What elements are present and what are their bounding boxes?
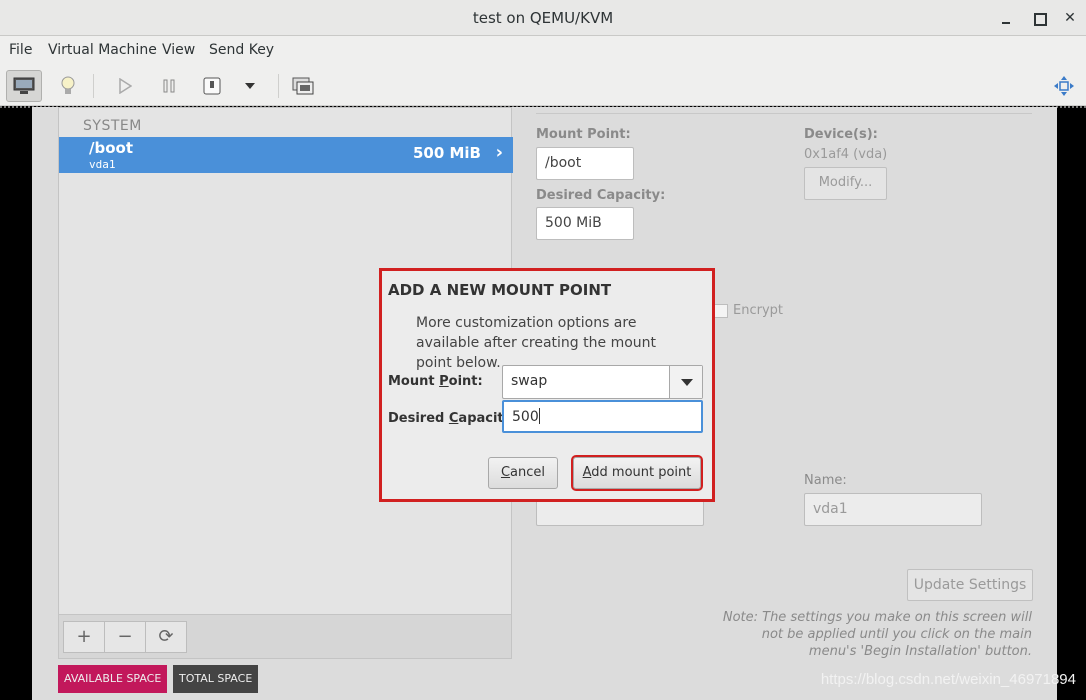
cancel-button[interactable]: Cancel (488, 457, 558, 489)
menu-virtual-machine[interactable]: Virtual Machine (48, 42, 157, 58)
encrypt-checkbox[interactable] (714, 304, 728, 318)
shutdown-button[interactable] (194, 70, 230, 102)
devices-label: Device(s): (804, 127, 878, 142)
update-settings-button[interactable]: Update Settings (907, 569, 1033, 601)
monitor-icon (13, 77, 35, 94)
power-icon (203, 77, 221, 95)
section-system-label: SYSTEM (83, 118, 142, 134)
add-mount-point-confirm-button[interactable]: Add mount point (571, 455, 703, 491)
chevron-right-icon: › (495, 142, 503, 163)
close-icon[interactable]: ✕ (1060, 8, 1080, 28)
console-view-button[interactable] (6, 70, 42, 102)
list-actions-bar: + − ⟳ (59, 614, 511, 658)
mount-point-device: vda1 (89, 158, 116, 171)
fullscreen-icon (1054, 76, 1074, 96)
add-mount-point-dialog: ADD A NEW MOUNT POINT More customization… (379, 268, 715, 502)
remove-mount-point-button[interactable]: − (104, 621, 146, 653)
desired-capacity-field[interactable]: 500 MiB (536, 207, 634, 240)
fullscreen-button[interactable] (1046, 70, 1082, 102)
dialog-title: ADD A NEW MOUNT POINT (388, 281, 612, 299)
desired-capacity-input[interactable]: 500 (502, 400, 703, 433)
refresh-icon[interactable]: ⟳ (145, 621, 187, 653)
mount-point-field[interactable]: /boot (536, 147, 634, 180)
window-titlebar: test on QEMU/KVM ✕ (0, 0, 1086, 36)
shutdown-menu-button[interactable] (232, 70, 268, 102)
mount-point-label: Mount Point: (536, 127, 631, 142)
minimize-icon[interactable] (996, 8, 1016, 28)
snapshots-button[interactable] (285, 70, 321, 102)
desired-capacity-label: Desired Capacity: (536, 188, 666, 203)
menu-file[interactable]: File (9, 42, 32, 58)
name-field[interactable]: vda1 (804, 493, 982, 526)
mount-point-combobox-value[interactable]: swap (511, 373, 547, 389)
menu-view[interactable]: View (162, 42, 195, 58)
menu-bar: File Virtual Machine View Send Key (0, 36, 1086, 66)
menu-send-key[interactable]: Send Key (209, 42, 274, 58)
devices-value: 0x1af4 (vda) (804, 147, 888, 162)
maximize-icon[interactable] (1029, 8, 1049, 28)
name-label: Name: (804, 473, 847, 488)
chevron-down-icon[interactable] (669, 366, 702, 398)
pause-icon (163, 79, 175, 93)
lightbulb-icon (61, 76, 75, 94)
chevron-down-icon (245, 83, 255, 89)
total-space-badge: TOTAL SPACE (173, 665, 259, 693)
snapshot-icon (292, 77, 314, 95)
settings-note: Note: The settings you make on this scre… (722, 610, 1032, 659)
dialog-mount-point-label: Mount Point: (388, 374, 483, 389)
add-mount-point-button[interactable]: + (63, 621, 105, 653)
modify-button[interactable]: Modify... (804, 167, 887, 200)
mount-point-size: 500 MiB (412, 144, 481, 162)
encrypt-label: Encrypt (733, 303, 783, 318)
desired-capacity-input-value: 500 (512, 409, 539, 425)
dialog-capacity-label: Desired Capacity: (388, 411, 518, 426)
available-space-badge: AVAILABLE SPACE (58, 665, 168, 693)
mount-point-name: /boot (89, 139, 133, 157)
mount-point-row-boot[interactable]: /boot vda1 500 MiB › (59, 137, 513, 173)
toolbar (0, 66, 1086, 106)
watermark-text: https://blog.csdn.net/weixin_46971894 (820, 671, 1076, 688)
dialog-message: More customization options are available… (416, 315, 657, 371)
pause-button[interactable] (151, 70, 187, 102)
details-view-button[interactable] (50, 70, 86, 102)
mount-point-combobox[interactable]: swap (502, 365, 703, 399)
run-button[interactable] (107, 70, 143, 102)
window-title: test on QEMU/KVM (472, 9, 614, 27)
play-icon (119, 78, 132, 94)
guest-display[interactable]: SYSTEM /boot vda1 500 MiB › + − ⟳ AVAILA… (32, 107, 1057, 700)
